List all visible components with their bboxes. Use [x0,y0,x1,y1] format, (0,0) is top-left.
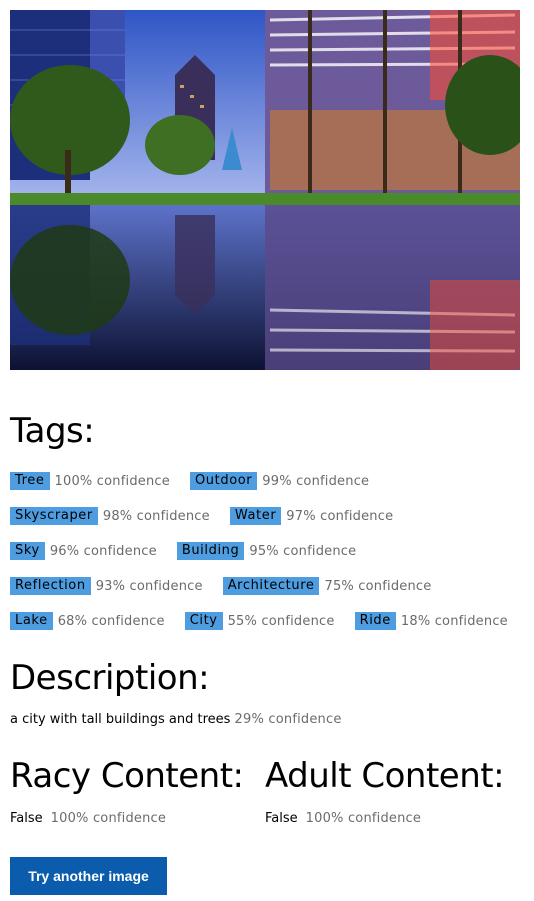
tags-heading: Tags: [10,411,95,451]
adult-value: False [265,811,298,826]
tag-confidence: 95% confidence [249,543,357,559]
tag-row: Tree 100% confidence Outdoor 99% confidence [10,471,389,491]
tag-label: Lake [10,612,53,630]
tag-item: Water 97% confidence [229,507,394,525]
tag-item: Outdoor 99% confidence [189,472,370,490]
tag-confidence: 97% confidence [286,508,394,524]
tag-confidence: 55% confidence [227,613,335,629]
tag-item: Sky 96% confidence [10,542,157,560]
tag-item: Ride 18% confidence [354,612,508,630]
tag-item: City 55% confidence [184,612,335,630]
racy-value: False [10,811,43,826]
tag-row: Sky 96% confidence Building 95% confidence [10,541,376,561]
tag-confidence: 98% confidence [102,508,210,524]
description-text: a city with tall buildings and trees [10,712,231,727]
tag-item: Lake 68% confidence [10,612,165,630]
tag-label: Skyscraper [10,507,98,525]
adult-confidence: 100% confidence [305,811,422,826]
adult-result: False 100% confidence [265,810,421,828]
tag-confidence: 96% confidence [49,543,157,559]
tag-label: Building [176,542,245,560]
tag-confidence: 68% confidence [57,613,165,629]
tag-row: Lake 68% confidence City 55% confidence Ride… [10,611,528,631]
racy-content-heading: Racy Content: [10,756,244,796]
tag-confidence: 75% confidence [324,578,432,594]
tag-label: Tree [10,472,50,490]
tag-row: Reflection 93% confidence Architecture 75% … [10,576,451,596]
tag-item: Building 95% confidence [176,542,357,560]
description: a city with tall buildings and trees 29%… [10,711,342,729]
tag-item: Skyscraper 98% confidence [10,507,210,525]
tag-item: Architecture 75% confidence [222,577,432,595]
tag-confidence: 100% confidence [54,473,170,489]
adult-content-heading: Adult Content: [265,756,505,796]
tag-label: Reflection [10,577,91,595]
tag-item: Tree 100% confidence [10,472,170,490]
tag-label: Water [229,507,282,525]
racy-confidence: 100% confidence [50,811,167,826]
tag-confidence: 99% confidence [262,473,370,489]
tag-label: Ride [354,612,396,630]
tag-item: Reflection 93% confidence [10,577,203,595]
description-heading: Description: [10,658,210,698]
tag-label: Outdoor [189,472,258,490]
analyzed-photo [10,10,520,370]
tag-row: Skyscraper 98% confidence Water 97% confide… [10,506,413,526]
tag-label: City [184,612,223,630]
racy-result: False 100% confidence [10,810,166,828]
tag-label: Architecture [222,577,320,595]
description-confidence: 29% confidence [234,712,342,727]
tag-confidence: 93% confidence [95,578,203,594]
try-another-image-button[interactable]: Try another image [10,857,167,895]
tag-label: Sky [10,542,45,560]
tag-confidence: 18% confidence [400,613,508,629]
city-reflection-image [10,10,520,370]
